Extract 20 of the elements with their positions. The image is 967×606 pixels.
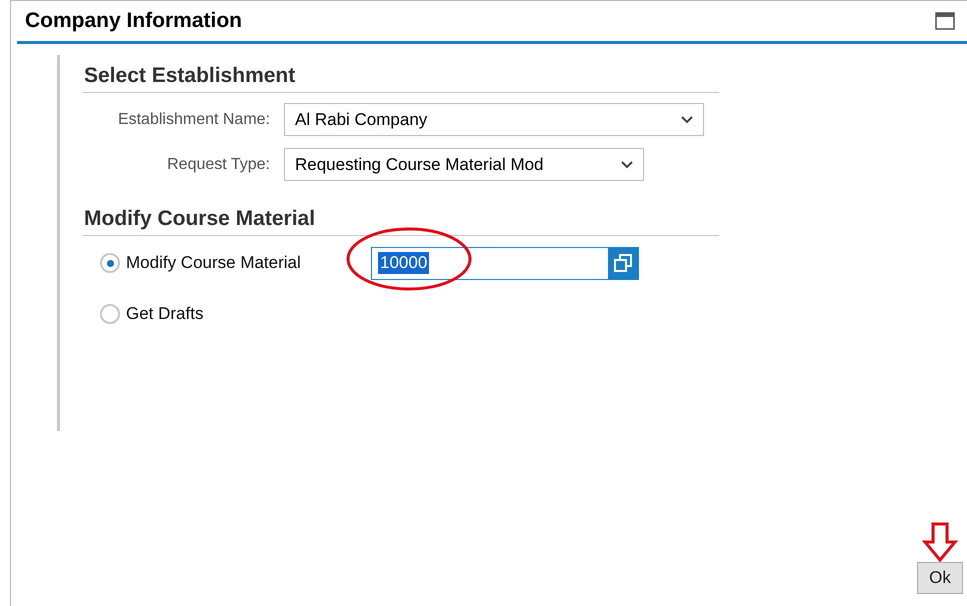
dropdown[interactable]: Requesting Course Material Mod [284,148,644,181]
section-title: Modify Course Material [82,207,719,236]
value-help-button[interactable] [608,248,638,278]
field-label: Establishment Name: [116,110,271,128]
chevron-down-icon [621,160,633,168]
dropdown[interactable]: Al Rabi Company [284,103,704,136]
field-label: Request Type: [166,156,271,174]
copy-icon [613,253,633,273]
input-field[interactable]: 10000 [371,246,639,280]
chevron-down-icon [681,116,693,124]
window-title: Company Information [25,9,242,33]
maximize-icon[interactable] [935,12,955,30]
radio-button[interactable] [100,304,120,324]
input-value: 10000 [378,252,430,274]
section-title: Select Establishment [82,64,719,93]
radio-button[interactable] [100,253,120,273]
radio-label: Get Drafts [126,304,204,324]
arrow-down-icon [922,522,958,562]
radio-label: Modify Course Material [126,253,302,273]
ok-button[interactable]: Ok [917,562,963,594]
